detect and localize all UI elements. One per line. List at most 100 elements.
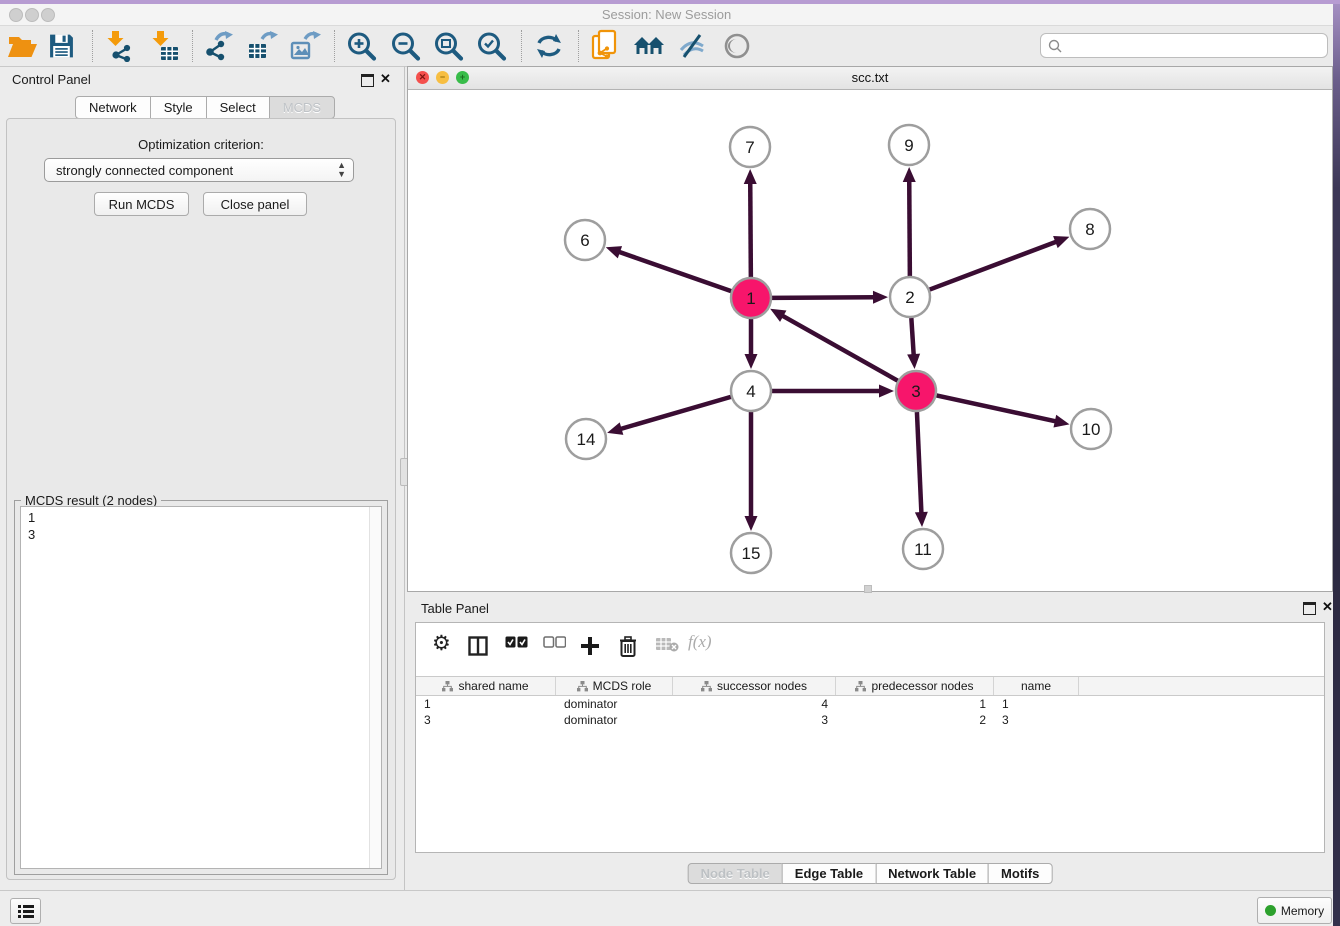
graph-arrowhead [879,385,894,398]
task-history-button[interactable] [10,898,41,924]
table-cell[interactable]: 1 [416,696,556,712]
search-field[interactable] [1040,33,1328,58]
tab-mcds[interactable]: MCDS [269,96,335,119]
tab-select[interactable]: Select [206,96,270,119]
graph-edge-1-7[interactable] [750,182,751,277]
table-panel: Table Panel ✕ ⚙ f(x) shared [407,595,1333,886]
tab-network-table[interactable]: Network Table [875,863,989,884]
graph-node-label: 15 [742,544,761,563]
criterion-dropdown[interactable]: strongly connected component ▲▼ [44,158,354,182]
graph-edge-1-2[interactable] [772,297,875,298]
tab-node-table[interactable]: Node Table [688,863,783,884]
table-row[interactable]: 3dominator323 [416,712,1324,728]
control-panel-float-icon[interactable] [361,74,374,92]
column-header-mcds-role[interactable]: MCDS role [556,677,673,695]
graph-edge-4-14[interactable] [620,397,731,429]
graph-edge-2-3[interactable] [911,318,913,356]
table-cell[interactable]: 1 [836,696,994,712]
mcds-result-box[interactable]: 13 [20,506,382,869]
toolbar-separator [578,30,579,62]
network-graph-canvas[interactable]: 7968124314101511 [408,90,1332,591]
delete-table-icon[interactable] [655,636,679,652]
export-table-icon[interactable] [246,30,278,62]
home-icon[interactable] [632,33,666,59]
network-view-title: scc.txt [408,70,1332,85]
table-cell[interactable]: 1 [994,696,1079,712]
save-session-icon[interactable] [48,33,75,60]
column-settings-gear-icon[interactable]: ⚙ [432,631,451,656]
column-header-predecessor-nodes[interactable]: predecessor nodes [836,677,994,695]
network-resize-handle[interactable] [864,585,872,593]
tab-motifs[interactable]: Motifs [988,863,1052,884]
graph-arrowhead [745,516,758,531]
graph-arrowhead [873,291,888,304]
import-table-icon[interactable] [149,30,181,62]
delete-column-trash-icon[interactable] [619,636,637,657]
graph-node-label: 8 [1085,220,1094,239]
graph-edge-3-11[interactable] [917,412,922,514]
import-network-icon[interactable] [104,30,136,62]
unselect-all-columns-icon[interactable] [543,636,566,648]
graph-node-label: 7 [745,138,754,157]
memory-button-label: Memory [1281,904,1324,918]
toggle-panel-icon[interactable] [468,636,488,656]
table-row[interactable]: 1dominator411 [416,696,1324,712]
select-all-columns-icon[interactable] [505,636,528,648]
export-image-icon[interactable] [289,30,321,62]
graph-arrowhead [607,422,623,434]
table-panel-title: Table Panel [421,601,489,616]
graph-node-label: 3 [911,382,920,401]
export-network-icon[interactable] [202,30,234,62]
table-panel-float-icon[interactable] [1303,602,1316,620]
mcds-result-list: 13 [21,507,381,545]
graph-edge-1-6[interactable] [618,252,731,292]
control-panel-close-icon[interactable]: ✕ [380,74,391,84]
column-header-shared-name[interactable]: shared name [416,677,556,695]
list-icon [18,904,34,918]
zoom-in-icon[interactable] [346,31,377,62]
table-cell[interactable]: 4 [673,696,836,712]
control-panel-tabs: NetworkStyleSelectMCDS [75,96,335,119]
graph-edge-3-10[interactable] [937,395,1057,421]
network-view-titlebar: ✕ − + scc.txt [408,67,1332,90]
close-panel-button[interactable]: Close panel [203,192,307,216]
function-builder-icon[interactable]: f(x) [688,632,712,652]
table-cell[interactable]: 3 [673,712,836,728]
graph-node-label: 4 [746,382,755,401]
column-header-successor-nodes[interactable]: successor nodes [673,677,836,695]
table-panel-close-icon[interactable]: ✕ [1322,602,1333,612]
table-cell[interactable]: 2 [836,712,994,728]
open-session-icon[interactable] [6,32,38,60]
result-scrollbar[interactable] [369,507,381,868]
table-cell[interactable]: dominator [556,712,673,728]
graph-node-label: 11 [914,540,932,559]
create-network-view-icon[interactable] [589,29,621,63]
table-cell[interactable]: 3 [994,712,1079,728]
zoom-fit-icon[interactable] [433,31,464,62]
toolbar-separator [521,30,522,62]
add-column-icon[interactable] [580,636,600,656]
column-header-name[interactable]: name [994,677,1079,695]
zoom-out-icon[interactable] [390,31,421,62]
search-input[interactable] [1066,37,1327,54]
table-header-row[interactable]: shared name MCDS role successor nodes prede… [416,676,1324,696]
memory-button[interactable]: Memory [1257,897,1332,924]
tab-edge-table[interactable]: Edge Table [782,863,876,884]
column-header-label: predecessor nodes [871,679,973,693]
table-cell[interactable]: 3 [416,712,556,728]
hide-panel-icon[interactable] [676,32,708,60]
column-header-label: name [1021,679,1051,693]
zoom-selected-icon[interactable] [476,31,507,62]
show-panel-icon[interactable] [721,30,753,62]
run-mcds-button[interactable]: Run MCDS [94,192,189,216]
graph-edge-2-8[interactable] [930,241,1058,289]
tab-network[interactable]: Network [75,96,151,119]
graph-edge-3-1[interactable] [781,315,897,381]
column-header-label: MCDS role [593,679,652,693]
refresh-layout-icon[interactable] [533,31,565,61]
graph-node-label: 14 [577,430,596,449]
table-cell[interactable]: dominator [556,696,673,712]
dropdown-stepper-icon: ▲▼ [337,161,346,179]
graph-edge-2-9[interactable] [909,180,910,276]
tab-style[interactable]: Style [150,96,207,119]
